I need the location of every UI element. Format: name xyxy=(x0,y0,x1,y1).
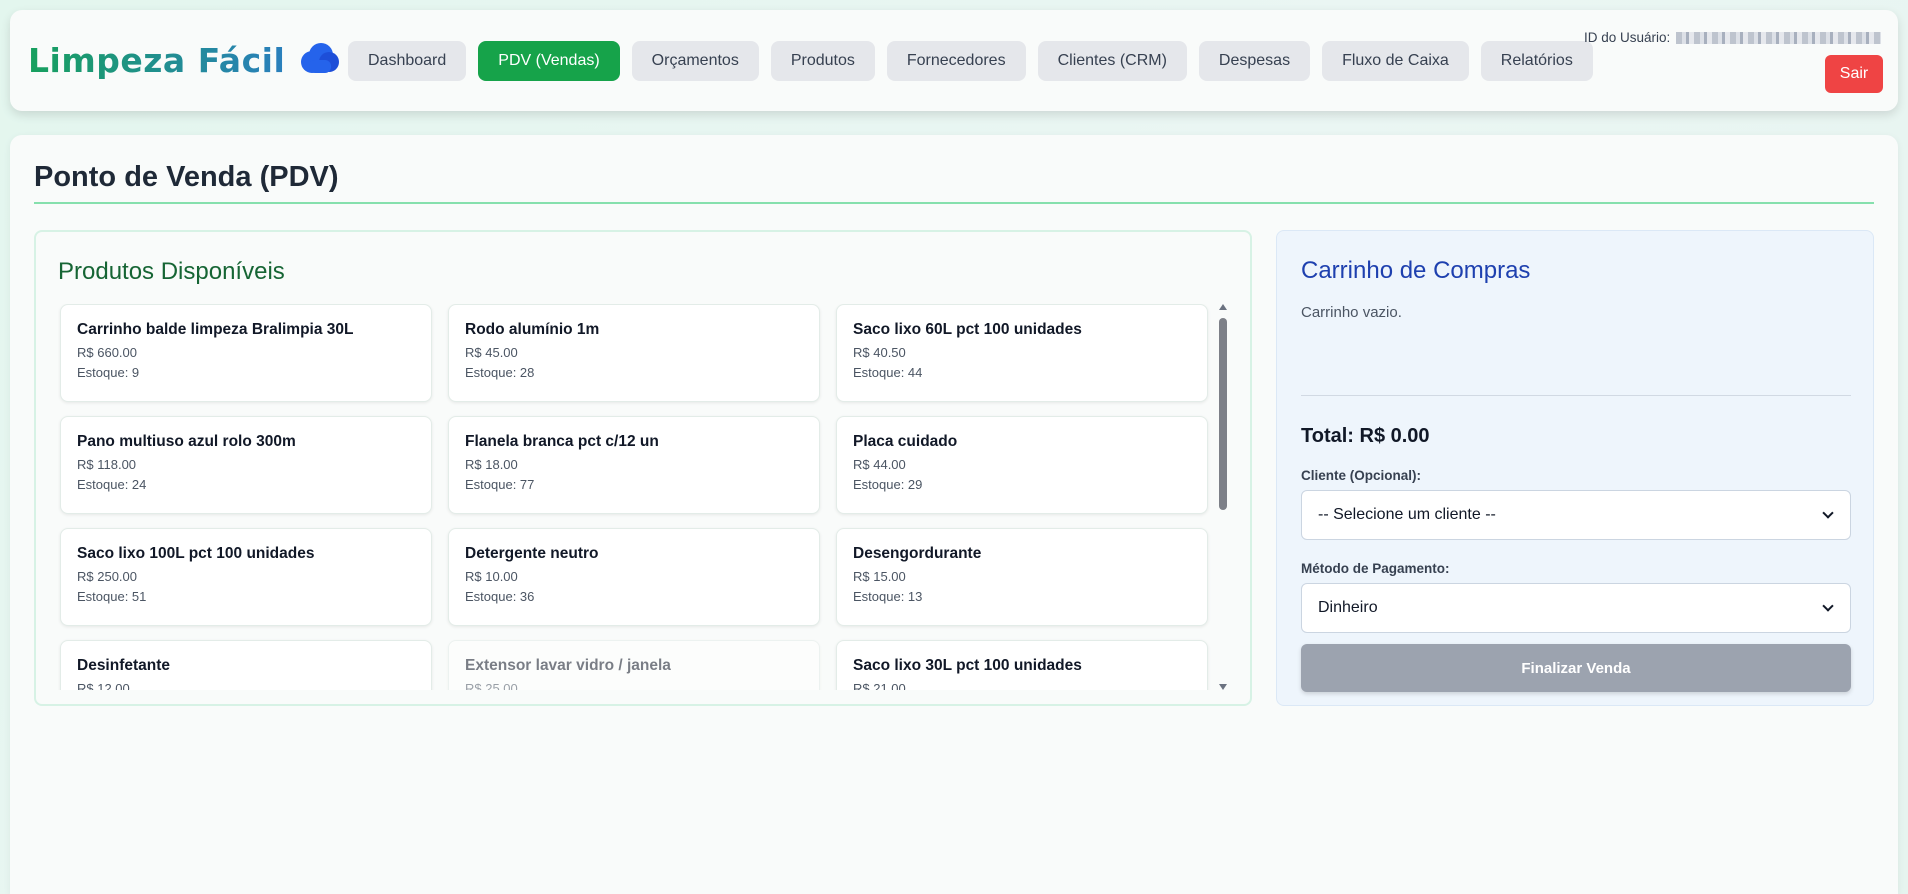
nav-produtos[interactable]: Produtos xyxy=(770,41,875,81)
app-header: Limpeza Fácil Dashboard PDV (Vendas) Orç… xyxy=(10,10,1898,111)
cart-total: Total: R$ 0.00 xyxy=(1301,425,1430,447)
product-stock: Estoque: 28 xyxy=(465,365,535,380)
product-name: Flanela branca pct c/12 un xyxy=(465,433,659,450)
product-card[interactable]: Detergente neutro R$ 10.00 Estoque: 36 xyxy=(448,528,820,626)
scroll-up-arrow-icon[interactable] xyxy=(1219,304,1227,310)
scroll-thumb[interactable] xyxy=(1219,318,1227,510)
page-title: Ponto de Venda (PDV) xyxy=(34,161,339,193)
products-list[interactable]: Carrinho balde limpeza Bralimpia 30L R$ … xyxy=(58,304,1228,690)
product-stock: Estoque: 24 xyxy=(77,477,147,492)
logo-text: Limpeza Fácil xyxy=(28,40,286,80)
product-price: R$ 44.00 xyxy=(853,457,906,472)
product-card[interactable]: Placa cuidado R$ 44.00 Estoque: 29 xyxy=(836,416,1208,514)
product-stock: Estoque: 77 xyxy=(465,477,535,492)
product-card[interactable]: Desengordurante R$ 15.00 Estoque: 13 xyxy=(836,528,1208,626)
nav-despesas[interactable]: Despesas xyxy=(1198,41,1311,81)
products-panel: Produtos Disponíveis Carrinho balde limp… xyxy=(34,230,1252,706)
cloud-icon xyxy=(297,40,341,80)
product-price: R$ 10.00 xyxy=(465,569,518,584)
product-stock: Estoque: 9 xyxy=(77,365,140,380)
products-scrollbar[interactable] xyxy=(1216,304,1230,690)
product-name: Rodo alumínio 1m xyxy=(465,321,600,338)
product-stock: Estoque: 36 xyxy=(465,589,535,604)
product-name: Carrinho balde limpeza Bralimpia 30L xyxy=(77,321,354,338)
product-price: R$ 18.00 xyxy=(465,457,518,472)
product-name: Desengordurante xyxy=(853,545,982,562)
cart-divider xyxy=(1301,395,1851,396)
title-divider xyxy=(34,202,1874,204)
product-price: R$ 250.00 xyxy=(77,569,137,584)
user-id-redacted-value xyxy=(1676,31,1882,44)
user-id: ID do Usuário: xyxy=(1584,30,1882,45)
chevron-down-icon xyxy=(1822,507,1834,519)
product-card[interactable]: Pano multiuso azul rolo 300m R$ 118.00 E… xyxy=(60,416,432,514)
product-card-out-of-stock: Extensor lavar vidro / janela R$ 25.00 xyxy=(448,640,820,690)
logout-button[interactable]: Sair xyxy=(1825,55,1883,93)
product-stock: Estoque: 44 xyxy=(853,365,923,380)
product-name: Saco lixo 100L pct 100 unidades xyxy=(77,545,315,562)
product-price: R$ 40.50 xyxy=(853,345,906,360)
scroll-down-arrow-icon[interactable] xyxy=(1219,684,1227,690)
nav-clientes-crm[interactable]: Clientes (CRM) xyxy=(1037,41,1187,81)
nav-fluxo-de-caixa[interactable]: Fluxo de Caixa xyxy=(1322,41,1469,81)
cart-empty-message: Carrinho vazio. xyxy=(1301,304,1402,321)
products-title: Produtos Disponíveis xyxy=(58,258,285,285)
nav-dashboard[interactable]: Dashboard xyxy=(348,41,467,81)
client-select-value: -- Selecione um cliente -- xyxy=(1318,506,1496,523)
product-price: R$ 21.00 xyxy=(853,681,906,690)
product-card[interactable]: Saco lixo 60L pct 100 unidades R$ 40.50 … xyxy=(836,304,1208,402)
nav-relatorios[interactable]: Relatórios xyxy=(1480,41,1593,81)
user-id-label: ID do Usuário: xyxy=(1584,30,1671,45)
payment-method-select[interactable]: Dinheiro xyxy=(1301,583,1851,633)
product-price: R$ 45.00 xyxy=(465,345,518,360)
payment-method-select-value: Dinheiro xyxy=(1318,599,1378,616)
main-nav: Dashboard PDV (Vendas) Orçamentos Produt… xyxy=(348,41,1593,81)
product-card[interactable]: Saco lixo 30L pct 100 unidades R$ 21.00 xyxy=(836,640,1208,690)
payment-method-label: Método de Pagamento: xyxy=(1301,561,1450,576)
client-label: Cliente (Opcional): xyxy=(1301,468,1422,483)
product-card[interactable]: Rodo alumínio 1m R$ 45.00 Estoque: 28 xyxy=(448,304,820,402)
product-price: R$ 25.00 xyxy=(465,681,518,690)
finalize-sale-button[interactable]: Finalizar Venda xyxy=(1301,644,1851,692)
nav-pdv-vendas[interactable]: PDV (Vendas) xyxy=(478,41,620,81)
product-card[interactable]: Saco lixo 100L pct 100 unidades R$ 250.0… xyxy=(60,528,432,626)
product-card[interactable]: Carrinho balde limpeza Bralimpia 30L R$ … xyxy=(60,304,432,402)
product-name: Detergente neutro xyxy=(465,545,599,562)
product-stock: Estoque: 13 xyxy=(853,589,923,604)
product-price: R$ 118.00 xyxy=(77,457,137,472)
product-price: R$ 15.00 xyxy=(853,569,906,584)
main-content: Ponto de Venda (PDV) Produtos Disponívei… xyxy=(10,135,1898,894)
chevron-down-icon xyxy=(1822,600,1834,612)
nav-fornecedores[interactable]: Fornecedores xyxy=(886,41,1026,81)
product-name: Saco lixo 60L pct 100 unidades xyxy=(853,321,1082,338)
product-name: Pano multiuso azul rolo 300m xyxy=(77,433,296,450)
product-price: R$ 12.00 xyxy=(77,681,130,690)
nav-orcamentos[interactable]: Orçamentos xyxy=(631,41,759,81)
product-card[interactable]: Desinfetante R$ 12.00 xyxy=(60,640,432,690)
cart-title: Carrinho de Compras xyxy=(1301,257,1531,284)
product-name: Desinfetante xyxy=(77,657,171,674)
product-card[interactable]: Flanela branca pct c/12 un R$ 18.00 Esto… xyxy=(448,416,820,514)
logo[interactable]: Limpeza Fácil xyxy=(28,40,341,80)
cart-panel: Carrinho de Compras Carrinho vazio. Tota… xyxy=(1276,230,1874,706)
client-select[interactable]: -- Selecione um cliente -- xyxy=(1301,490,1851,540)
product-name: Placa cuidado xyxy=(853,433,958,450)
product-stock: Estoque: 51 xyxy=(77,589,147,604)
product-price: R$ 660.00 xyxy=(77,345,137,360)
product-stock: Estoque: 29 xyxy=(853,477,923,492)
product-name: Extensor lavar vidro / janela xyxy=(465,657,671,674)
product-name: Saco lixo 30L pct 100 unidades xyxy=(853,657,1082,674)
